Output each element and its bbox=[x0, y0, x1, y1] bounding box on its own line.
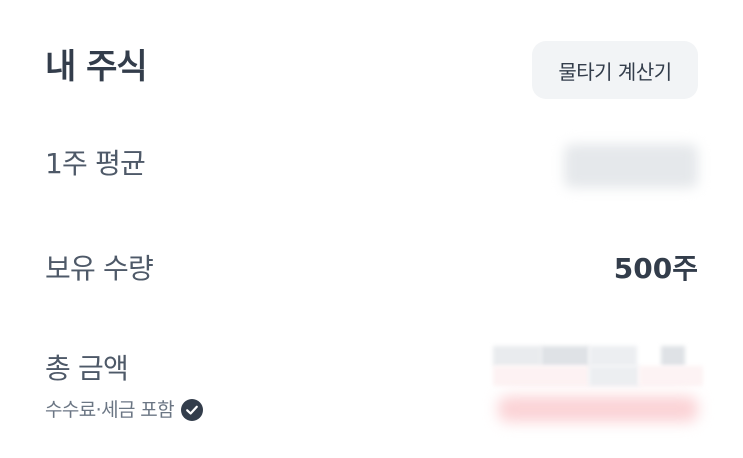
quantity-value: 500주 bbox=[613, 252, 698, 285]
fee-amount-value-hidden bbox=[498, 396, 698, 422]
avg-price-value-hidden bbox=[564, 144, 698, 188]
total-amount-value-hidden bbox=[493, 346, 703, 386]
avg-price-label: 1주 평균 bbox=[45, 147, 146, 180]
averaging-calculator-button[interactable]: 물타기 계산기 bbox=[532, 41, 698, 99]
fee-tax-note-text: 수수료·세금 포함 bbox=[45, 399, 175, 421]
section-title: 내 주식 bbox=[45, 47, 148, 87]
quantity-label: 보유 수량 bbox=[45, 252, 154, 285]
check-circle-icon[interactable] bbox=[180, 398, 204, 422]
fee-tax-note: 수수료·세금 포함 bbox=[45, 397, 204, 423]
total-amount-label: 총 금액 bbox=[45, 352, 129, 385]
